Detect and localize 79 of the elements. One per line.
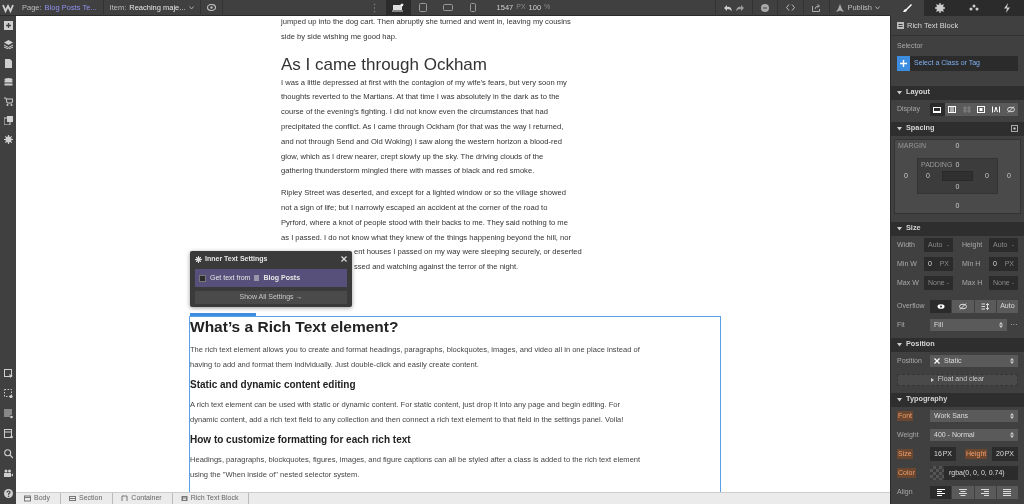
color-swatch [930, 466, 944, 480]
cart-icon[interactable] [3, 97, 13, 106]
align-center-icon [958, 488, 967, 496]
hidden-icon [1006, 105, 1015, 113]
align-justify-icon [1003, 488, 1012, 496]
display-option[interactable] [1003, 102, 1019, 116]
box-icon[interactable] [1011, 125, 1018, 132]
subheading: How to customize formatting for each rich text [190, 432, 412, 447]
undo-icon[interactable] [724, 4, 733, 11]
tablet-icon[interactable] [419, 3, 428, 12]
align-option[interactable] [952, 485, 974, 499]
brush-icon[interactable] [900, 2, 913, 13]
align-option[interactable] [996, 485, 1018, 499]
selection-handle [190, 312, 256, 316]
overflow-option[interactable] [930, 299, 952, 313]
overflow-option[interactable] [952, 299, 974, 313]
align-left-icon [936, 488, 945, 496]
assets-icon[interactable] [3, 116, 13, 125]
caret-icon [897, 397, 902, 402]
play-icon [930, 377, 934, 382]
overflow-option[interactable] [974, 299, 996, 313]
scroll-icon [981, 302, 990, 310]
drag-handle-icon [372, 2, 376, 13]
align-right-icon [981, 488, 990, 496]
redo-icon[interactable] [736, 4, 745, 11]
list-icon [254, 275, 260, 281]
element-icon [121, 495, 129, 502]
settings-icon[interactable] [934, 2, 947, 13]
close-icon [341, 256, 347, 262]
static-icon [934, 358, 940, 364]
checkbox[interactable] [199, 274, 206, 282]
grid-icon [962, 105, 971, 113]
eye-icon [936, 302, 945, 310]
sort-icon [1010, 432, 1014, 438]
layout-icon[interactable] [3, 429, 13, 439]
rich-text-icon [897, 22, 904, 29]
layers-icon[interactable] [3, 40, 13, 49]
inline-block-icon [977, 105, 986, 113]
hidden-elements-icon[interactable] [3, 389, 13, 399]
display-option[interactable] [974, 102, 989, 116]
sort-icon [999, 322, 1003, 328]
caret-icon [875, 5, 880, 10]
settings-icon[interactable] [3, 135, 13, 144]
drops-icon[interactable] [967, 2, 980, 13]
eye-icon [206, 4, 216, 11]
element-icon [24, 495, 31, 502]
code-icon[interactable] [786, 4, 796, 11]
export-icon[interactable] [812, 3, 822, 12]
flex-icon [948, 105, 956, 113]
align-option[interactable] [930, 485, 952, 499]
block-icon [933, 105, 942, 113]
gear-icon [195, 255, 202, 263]
sort-icon [1010, 413, 1014, 419]
heading: As I came through Ockham [281, 53, 488, 76]
hidden-icon [958, 302, 967, 310]
search-icon[interactable] [3, 449, 13, 459]
display-option[interactable] [930, 102, 945, 116]
heading: What’s a Rich Text element? [190, 317, 400, 336]
database-icon[interactable] [3, 78, 13, 87]
caret-icon [188, 5, 194, 10]
caret-icon [897, 126, 902, 131]
subheading: Static and dynamic content editing [190, 377, 357, 392]
inline-icon [992, 105, 1000, 113]
desktop-icon[interactable] [392, 3, 405, 12]
sort-icon [1010, 358, 1014, 364]
align-option[interactable] [974, 485, 996, 499]
video-icon[interactable] [3, 469, 13, 479]
caret-icon [897, 226, 902, 231]
caret-icon [897, 342, 902, 347]
caret-icon [897, 90, 902, 95]
page-icon[interactable] [3, 59, 13, 68]
phone-icon[interactable] [470, 3, 477, 12]
plus-icon [900, 59, 907, 67]
close-button[interactable] [341, 256, 347, 262]
help-icon[interactable] [3, 489, 13, 499]
add-icon[interactable] [3, 21, 13, 30]
select-tool-icon[interactable] [3, 369, 13, 379]
element-icon [68, 495, 76, 502]
tablet-landscape-icon[interactable] [443, 4, 454, 11]
